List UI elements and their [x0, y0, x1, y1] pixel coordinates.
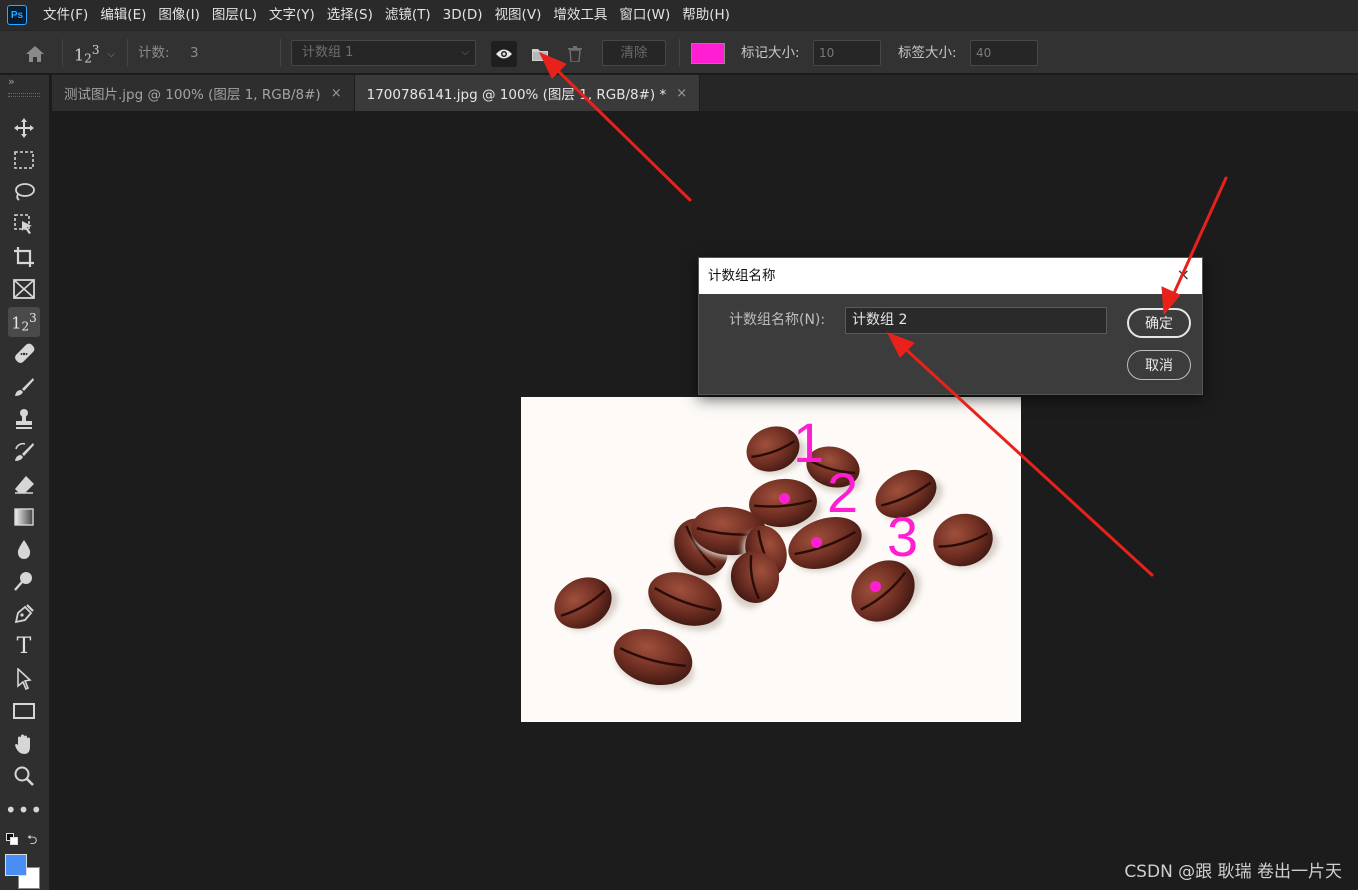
gradient-icon[interactable]: [8, 502, 40, 532]
brush-icon[interactable]: [8, 372, 40, 402]
count-icon[interactable]: 123: [8, 307, 40, 337]
tools-panel: » 123 T ••• ⮌: [0, 75, 50, 890]
menu-help[interactable]: 帮助(H): [676, 0, 736, 30]
blur-icon[interactable]: [8, 534, 40, 564]
photoshop-logo[interactable]: Ps: [7, 5, 27, 25]
ok-button[interactable]: 确定: [1127, 308, 1191, 338]
panel-collapse-icon[interactable]: »: [8, 75, 15, 88]
options-bar: 123 ⌵ 计数: 3 计数组 1 ⌵ 清除 标记大小: 10 标签大小: 40: [0, 30, 1358, 74]
eye-icon[interactable]: [491, 41, 517, 67]
count-group-select[interactable]: 计数组 1 ⌵: [291, 40, 476, 66]
count-label: 计数:: [138, 45, 170, 61]
menu-plugins[interactable]: 增效工具: [547, 0, 613, 30]
close-icon[interactable]: ×: [331, 86, 342, 101]
healing-icon[interactable]: [8, 339, 40, 369]
chevron-down-icon: ⌵: [107, 48, 116, 60]
trash-icon[interactable]: [562, 41, 588, 67]
label-size-label: 标签大小:: [898, 45, 957, 61]
panel-grip[interactable]: [8, 93, 40, 97]
count-label-1: 1: [793, 411, 825, 474]
marker-size-label: 标记大小:: [741, 45, 800, 61]
close-icon[interactable]: ×: [676, 86, 687, 101]
dialog-titlebar[interactable]: 计数组名称 ×: [699, 258, 1202, 294]
count-group-value: 计数组 1: [302, 45, 354, 60]
crop-icon[interactable]: [8, 242, 40, 272]
cancel-button[interactable]: 取消: [1127, 350, 1191, 380]
tab-label: 1700786141.jpg @ 100% (图层 1, RGB/8#) *: [366, 87, 667, 103]
tab-test-image[interactable]: 测试图片.jpg @ 100% (图层 1, RGB/8#) ×: [52, 75, 355, 111]
frame-icon[interactable]: [8, 274, 40, 304]
count-group-name-dialog: 计数组名称 × 计数组名称(N): 计数组 2 确定 取消: [698, 257, 1203, 395]
label-size-input[interactable]: 40: [970, 40, 1038, 66]
count-value: 3: [190, 45, 199, 61]
menu-view[interactable]: 视图(V): [489, 0, 548, 30]
eraser-icon[interactable]: [8, 469, 40, 499]
menu-edit[interactable]: 编辑(E): [94, 0, 152, 30]
folder-icon[interactable]: [527, 41, 553, 67]
menu-image[interactable]: 图像(I): [152, 0, 206, 30]
count-tool-glyph: 123: [74, 42, 100, 66]
dodge-icon[interactable]: [8, 566, 40, 596]
path-select-icon[interactable]: [8, 664, 40, 694]
menu-file[interactable]: 文件(F): [37, 0, 94, 30]
more-icon[interactable]: •••: [5, 795, 42, 825]
count-marker-2[interactable]: [811, 537, 822, 548]
marker-size-input[interactable]: 10: [813, 40, 881, 66]
document-tabs: 测试图片.jpg @ 100% (图层 1, RGB/8#) × 1700786…: [52, 75, 1358, 111]
pen-icon[interactable]: [8, 599, 40, 629]
zoom-icon[interactable]: [8, 761, 40, 791]
menu-bar: Ps 文件(F) 编辑(E) 图像(I) 图层(L) 文字(Y) 选择(S) 滤…: [0, 0, 1358, 30]
watermark: CSDN @跟 耿瑞 卷出一片天: [1124, 862, 1342, 882]
marker-color-swatch[interactable]: [691, 43, 725, 64]
menu-window[interactable]: 窗口(W): [613, 0, 676, 30]
count-group-name-input[interactable]: 计数组 2: [845, 307, 1107, 334]
count-label-3: 3: [887, 505, 919, 568]
tab-active-document[interactable]: 1700786141.jpg @ 100% (图层 1, RGB/8#) * ×: [354, 75, 701, 111]
count-group-name-label: 计数组名称(N):: [729, 312, 826, 328]
count-label-2: 2: [827, 461, 859, 524]
menu-filter[interactable]: 滤镜(T): [379, 0, 437, 30]
marquee-icon[interactable]: [8, 145, 40, 175]
foreground-color-swatch[interactable]: [5, 854, 27, 876]
count-marker-1[interactable]: [779, 493, 790, 504]
clear-button[interactable]: 清除: [602, 40, 666, 66]
tab-label: 测试图片.jpg @ 100% (图层 1, RGB/8#): [64, 87, 321, 103]
menu-select[interactable]: 选择(S): [321, 0, 379, 30]
close-icon[interactable]: ×: [1177, 258, 1190, 292]
object-select-icon[interactable]: [8, 209, 40, 239]
coffee-bean: [554, 577, 612, 629]
count-marker-3[interactable]: [870, 581, 881, 592]
default-colors-icon[interactable]: [6, 833, 18, 845]
menu-3d[interactable]: 3D(D): [437, 0, 489, 30]
tool-preset-picker[interactable]: 123 ⌵: [74, 41, 115, 67]
type-icon[interactable]: T: [8, 631, 40, 661]
document-image[interactable]: 1 2 3: [521, 397, 1021, 722]
stamp-icon[interactable]: [8, 404, 40, 434]
menu-layer[interactable]: 图层(L): [206, 0, 263, 30]
swap-colors-icon[interactable]: ⮌: [27, 831, 37, 853]
history-brush-icon[interactable]: [8, 437, 40, 467]
coffee-beans-photo: [554, 426, 999, 690]
dialog-title: 计数组名称: [708, 268, 776, 284]
hand-icon[interactable]: [8, 729, 40, 759]
rectangle-icon[interactable]: [8, 696, 40, 726]
menu-type[interactable]: 文字(Y): [263, 0, 321, 30]
lasso-icon[interactable]: [8, 177, 40, 207]
move-icon[interactable]: [8, 113, 40, 143]
coffee-bean: [933, 513, 993, 567]
home-icon[interactable]: [22, 41, 48, 67]
chevron-down-icon: ⌵: [461, 47, 469, 58]
